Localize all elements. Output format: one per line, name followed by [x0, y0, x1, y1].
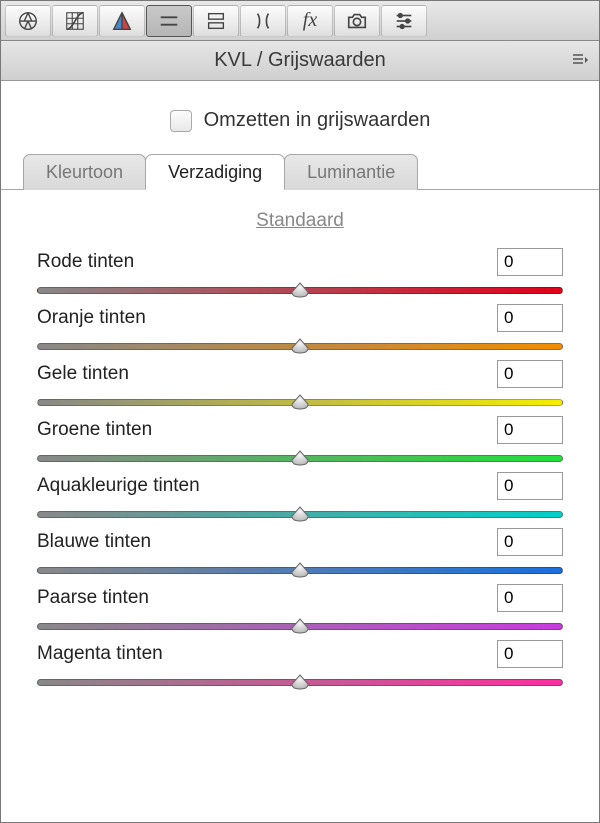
slider-row: Blauwe tinten: [37, 528, 563, 578]
slider-track[interactable]: [37, 394, 563, 410]
slider-row: Gele tinten: [37, 360, 563, 410]
slider-label: Oranje tinten: [37, 307, 146, 329]
panel-body: Omzetten in grijswaarden Kleurtoon Verza…: [1, 81, 599, 690]
lens-icon[interactable]: [240, 5, 286, 37]
slider-label: Groene tinten: [37, 419, 152, 441]
sliders-icon[interactable]: [381, 5, 427, 37]
slider-value-input[interactable]: [497, 640, 563, 668]
slider-value-input[interactable]: [497, 584, 563, 612]
slider-row: Aquakleurige tinten: [37, 472, 563, 522]
slider-value-input[interactable]: [497, 360, 563, 388]
noise-icon[interactable]: [193, 5, 239, 37]
tab-luminance[interactable]: Luminantie: [284, 154, 418, 190]
slider-handle[interactable]: [291, 618, 309, 634]
slider-handle[interactable]: [291, 506, 309, 522]
slider-label: Blauwe tinten: [37, 531, 151, 553]
slider-row: Groene tinten: [37, 416, 563, 466]
slider-track[interactable]: [37, 618, 563, 634]
slider-track[interactable]: [37, 282, 563, 298]
slider-track[interactable]: [37, 674, 563, 690]
slider-label: Gele tinten: [37, 363, 129, 385]
panel-title-bar: KVL / Grijswaarden: [1, 41, 599, 81]
detail-icon[interactable]: [146, 5, 192, 37]
tab-hue[interactable]: Kleurtoon: [23, 154, 146, 190]
defaults-row: Standaard: [1, 190, 599, 242]
slider-handle[interactable]: [291, 674, 309, 690]
convert-grayscale-checkbox[interactable]: [170, 110, 192, 132]
slider-track[interactable]: [37, 338, 563, 354]
slider-row: Paarse tinten: [37, 584, 563, 634]
split-tone-icon[interactable]: [99, 5, 145, 37]
defaults-link[interactable]: Standaard: [256, 210, 344, 231]
slider-label: Paarse tinten: [37, 587, 149, 609]
toolbar: fx: [1, 1, 599, 41]
slider-track[interactable]: [37, 562, 563, 578]
slider-handle[interactable]: [291, 450, 309, 466]
slider-row: Rode tinten: [37, 248, 563, 298]
slider-row: Magenta tinten: [37, 640, 563, 690]
slider-handle[interactable]: [291, 282, 309, 298]
slider-value-input[interactable]: [497, 472, 563, 500]
slider-label: Magenta tinten: [37, 643, 163, 665]
fx-icon[interactable]: fx: [287, 5, 333, 37]
camera-icon[interactable]: [334, 5, 380, 37]
tab-saturation[interactable]: Verzadiging: [145, 154, 285, 190]
slider-label: Rode tinten: [37, 251, 134, 273]
slider-track[interactable]: [37, 450, 563, 466]
slider-row: Oranje tinten: [37, 304, 563, 354]
page-title: KVL / Grijswaarden: [214, 49, 386, 72]
convert-grayscale-row: Omzetten in grijswaarden: [1, 81, 599, 154]
slider-value-input[interactable]: [497, 304, 563, 332]
slider-handle[interactable]: [291, 562, 309, 578]
slider-label: Aquakleurige tinten: [37, 475, 200, 497]
convert-grayscale-label: Omzetten in grijswaarden: [204, 109, 431, 132]
slider-handle[interactable]: [291, 338, 309, 354]
aperture-icon[interactable]: [5, 5, 51, 37]
slider-value-input[interactable]: [497, 416, 563, 444]
panel: fx KVL / Grijswaarden Omzetten in grijsw…: [0, 0, 600, 823]
panel-menu-icon[interactable]: [571, 51, 589, 69]
slider-handle[interactable]: [291, 394, 309, 410]
slider-track[interactable]: [37, 506, 563, 522]
tabs: Kleurtoon Verzadiging Luminantie: [1, 154, 599, 190]
slider-value-input[interactable]: [497, 248, 563, 276]
curves-icon[interactable]: [52, 5, 98, 37]
slider-value-input[interactable]: [497, 528, 563, 556]
sliders-container: Rode tinten Oranje tinten Gele tinten Groen…: [1, 242, 599, 690]
